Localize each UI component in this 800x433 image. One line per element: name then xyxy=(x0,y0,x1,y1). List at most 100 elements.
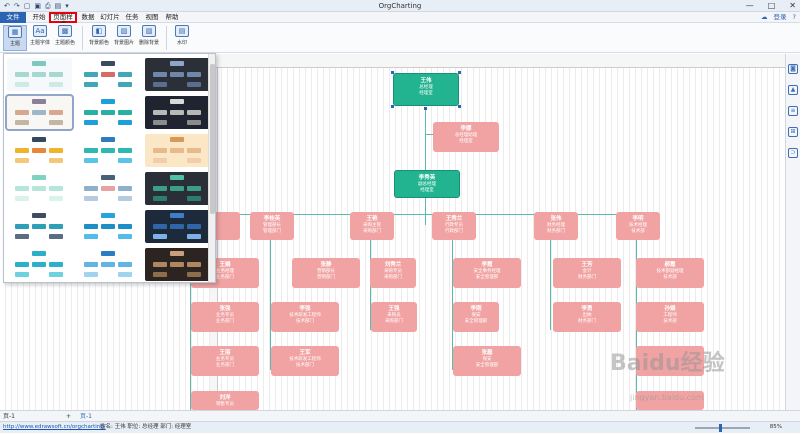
tab-view[interactable]: 视图 xyxy=(143,12,161,23)
theme-thumbnail[interactable] xyxy=(76,172,141,205)
org-node[interactable]: 王芳 会计 财务部门 xyxy=(553,258,621,288)
bg-color-button[interactable]: ◧ 背景颜色 xyxy=(87,25,111,51)
org-node[interactable]: 孙娟 工程师 技术部 xyxy=(636,302,704,332)
node-name: 孙娟 xyxy=(664,306,676,312)
node-name: 李秀英 xyxy=(418,175,436,181)
node-dept: 技术部门 xyxy=(296,319,314,324)
theme-thumbnail[interactable] xyxy=(7,134,72,167)
minimize-button[interactable]: — xyxy=(746,0,754,11)
tab-slides[interactable]: 幻灯片 xyxy=(99,12,121,23)
theme-thumbnail[interactable] xyxy=(76,58,141,91)
node-dept: 技术部 xyxy=(663,319,677,324)
node-dept: 业务部门 xyxy=(216,319,234,324)
hierarchy-icon[interactable]: ⊞ xyxy=(788,127,798,137)
org-node[interactable]: 郝霞 技术部副经理 技术部 xyxy=(636,258,704,288)
org-node[interactable]: 王丽 业务专员 业务部门 xyxy=(191,346,259,376)
org-node[interactable]: 张磊 保安 安全管理部 xyxy=(453,346,521,376)
org-node[interactable]: 李刚 保安 安全管理部 xyxy=(453,302,499,332)
theme-thumbnail[interactable] xyxy=(7,248,72,281)
login-link[interactable]: 登录 xyxy=(774,12,787,23)
cloud-icon[interactable]: ☁ xyxy=(761,12,768,23)
selection-handle[interactable] xyxy=(424,107,427,110)
node-dept: 安全管理部 xyxy=(464,319,488,324)
title-bar: ↶ ↷ ▢ ▣ ⎙ ▤ ▾ OrgCharting — □ ✕ xyxy=(0,0,800,12)
theme-thumbnail[interactable] xyxy=(7,210,72,243)
watermark-logo: Baidu经验 xyxy=(610,351,725,376)
theme-thumbnail[interactable] xyxy=(145,248,210,281)
org-node[interactable]: 张强 业务专员 业务部门 xyxy=(191,302,259,332)
tab-data[interactable]: 数据 xyxy=(79,12,97,23)
tab-help[interactable]: 帮助 xyxy=(163,12,181,23)
theme-thumbnail[interactable] xyxy=(76,248,141,281)
watermark-button[interactable]: ▤ 水印 xyxy=(170,25,194,51)
node-dept: 技术部 xyxy=(663,275,677,280)
bg-image-button[interactable]: ▨ 背景图片 xyxy=(112,25,136,51)
selection-handle[interactable] xyxy=(458,105,461,108)
selection-handle[interactable] xyxy=(391,71,394,74)
scrollbar-thumb[interactable] xyxy=(210,64,215,214)
theme-thumbnail[interactable] xyxy=(76,134,141,167)
node-name: 李明 xyxy=(632,216,644,222)
org-node[interactable]: 李强 技术研发工程师 技术部门 xyxy=(271,302,339,332)
selection-handle[interactable] xyxy=(458,71,461,74)
window-controls: — □ ✕ xyxy=(746,0,796,11)
org-node-manager[interactable]: 张伟 财务经理 财务部门 xyxy=(534,212,578,240)
theme-button[interactable]: ▦ 主题 xyxy=(3,25,27,51)
list-icon[interactable]: ≡ xyxy=(788,106,798,116)
org-node-assistant[interactable]: 李娜 总经理助理 经理室 xyxy=(433,122,499,152)
help-icon[interactable]: ? xyxy=(793,12,796,23)
org-node[interactable]: 刘秀兰 采购专员 采购部门 xyxy=(370,258,416,288)
org-node-manager[interactable]: 李桂英 管理部长 管理部门 xyxy=(250,212,294,240)
theme-thumbnail[interactable] xyxy=(145,134,210,167)
node-dept: 技术部 xyxy=(631,229,645,234)
org-node[interactable]: 王强 采购员 采购部门 xyxy=(371,302,417,332)
node-name: 刘洋 xyxy=(219,395,231,401)
gallery-scrollbar[interactable] xyxy=(208,54,215,282)
tab-file[interactable]: 文件 xyxy=(0,12,26,23)
node-name: 李霞 xyxy=(481,262,493,268)
website-link[interactable]: http://www.edrawsoft.cn/orgcharting/ xyxy=(3,422,106,433)
org-node-manager[interactable]: 王艳 采购主管 采购部门 xyxy=(350,212,394,240)
theme-thumbnail[interactable] xyxy=(7,172,72,205)
zoom-slider[interactable] xyxy=(695,427,750,429)
theme-thumbnail[interactable] xyxy=(145,172,210,205)
org-node[interactable]: 李勇 出纳 财务部门 xyxy=(553,302,621,332)
ribbon-divider xyxy=(166,26,167,50)
tab-tasks[interactable]: 任务 xyxy=(123,12,141,23)
theme-thumbnail-selected[interactable] xyxy=(5,94,74,131)
selection-handle[interactable] xyxy=(391,105,394,108)
node-dept: 安全管理部 xyxy=(475,363,499,368)
theme-color-button[interactable]: ▩ 主题颜色 xyxy=(53,25,77,51)
theme-thumbnail[interactable] xyxy=(76,96,141,129)
app-title: OrgCharting xyxy=(378,2,422,10)
node-dept: 技术部门 xyxy=(296,363,314,368)
org-node[interactable]: 王军 技术研发工程师 技术部门 xyxy=(271,346,339,376)
org-chart-icon[interactable]: ▲ xyxy=(788,85,798,95)
theme-font-button[interactable]: Aa 主题字体 xyxy=(28,25,52,51)
node-dept: 行政部门 xyxy=(445,229,463,234)
org-node-manager[interactable]: 李明 技术经理 技术部 xyxy=(616,212,660,240)
node-name: 张伟 xyxy=(550,216,562,222)
org-node[interactable]: 张静 营销部长 营销部门 xyxy=(292,258,360,288)
org-node[interactable]: 李霞 安全事务经理 安全管理部 xyxy=(453,258,521,288)
person-card-icon[interactable]: ◙ xyxy=(788,64,798,74)
theme-thumbnail[interactable] xyxy=(76,210,141,243)
maximize-button[interactable]: □ xyxy=(768,0,776,11)
org-node-vp[interactable]: 李秀英 副总经理 经理室 xyxy=(394,170,460,198)
org-node-manager[interactable]: 王秀兰 行政专员 行政部门 xyxy=(432,212,476,240)
watermark-url: jingyan.baidu.com xyxy=(630,393,704,402)
tab-home[interactable]: 开始 xyxy=(30,12,48,23)
zoom-slider-knob[interactable] xyxy=(719,424,722,432)
theme-thumbnail[interactable] xyxy=(145,96,210,129)
node-dept: 采购部门 xyxy=(363,229,381,234)
theme-thumbnail[interactable] xyxy=(145,210,210,243)
org-node[interactable]: 刘洋 销售专员 xyxy=(191,391,259,410)
connect-icon[interactable]: ⊃ xyxy=(788,148,798,158)
theme-thumbnail[interactable] xyxy=(145,58,210,91)
tab-page-style[interactable]: 页面样式 xyxy=(49,12,77,28)
connector xyxy=(550,240,551,330)
theme-thumbnail[interactable] xyxy=(7,58,72,91)
close-button[interactable]: ✕ xyxy=(789,0,796,11)
remove-bg-button[interactable]: ▧ 删除背景 xyxy=(137,25,161,51)
org-node-root[interactable]: 王伟 总经理 经理室 xyxy=(393,73,459,106)
